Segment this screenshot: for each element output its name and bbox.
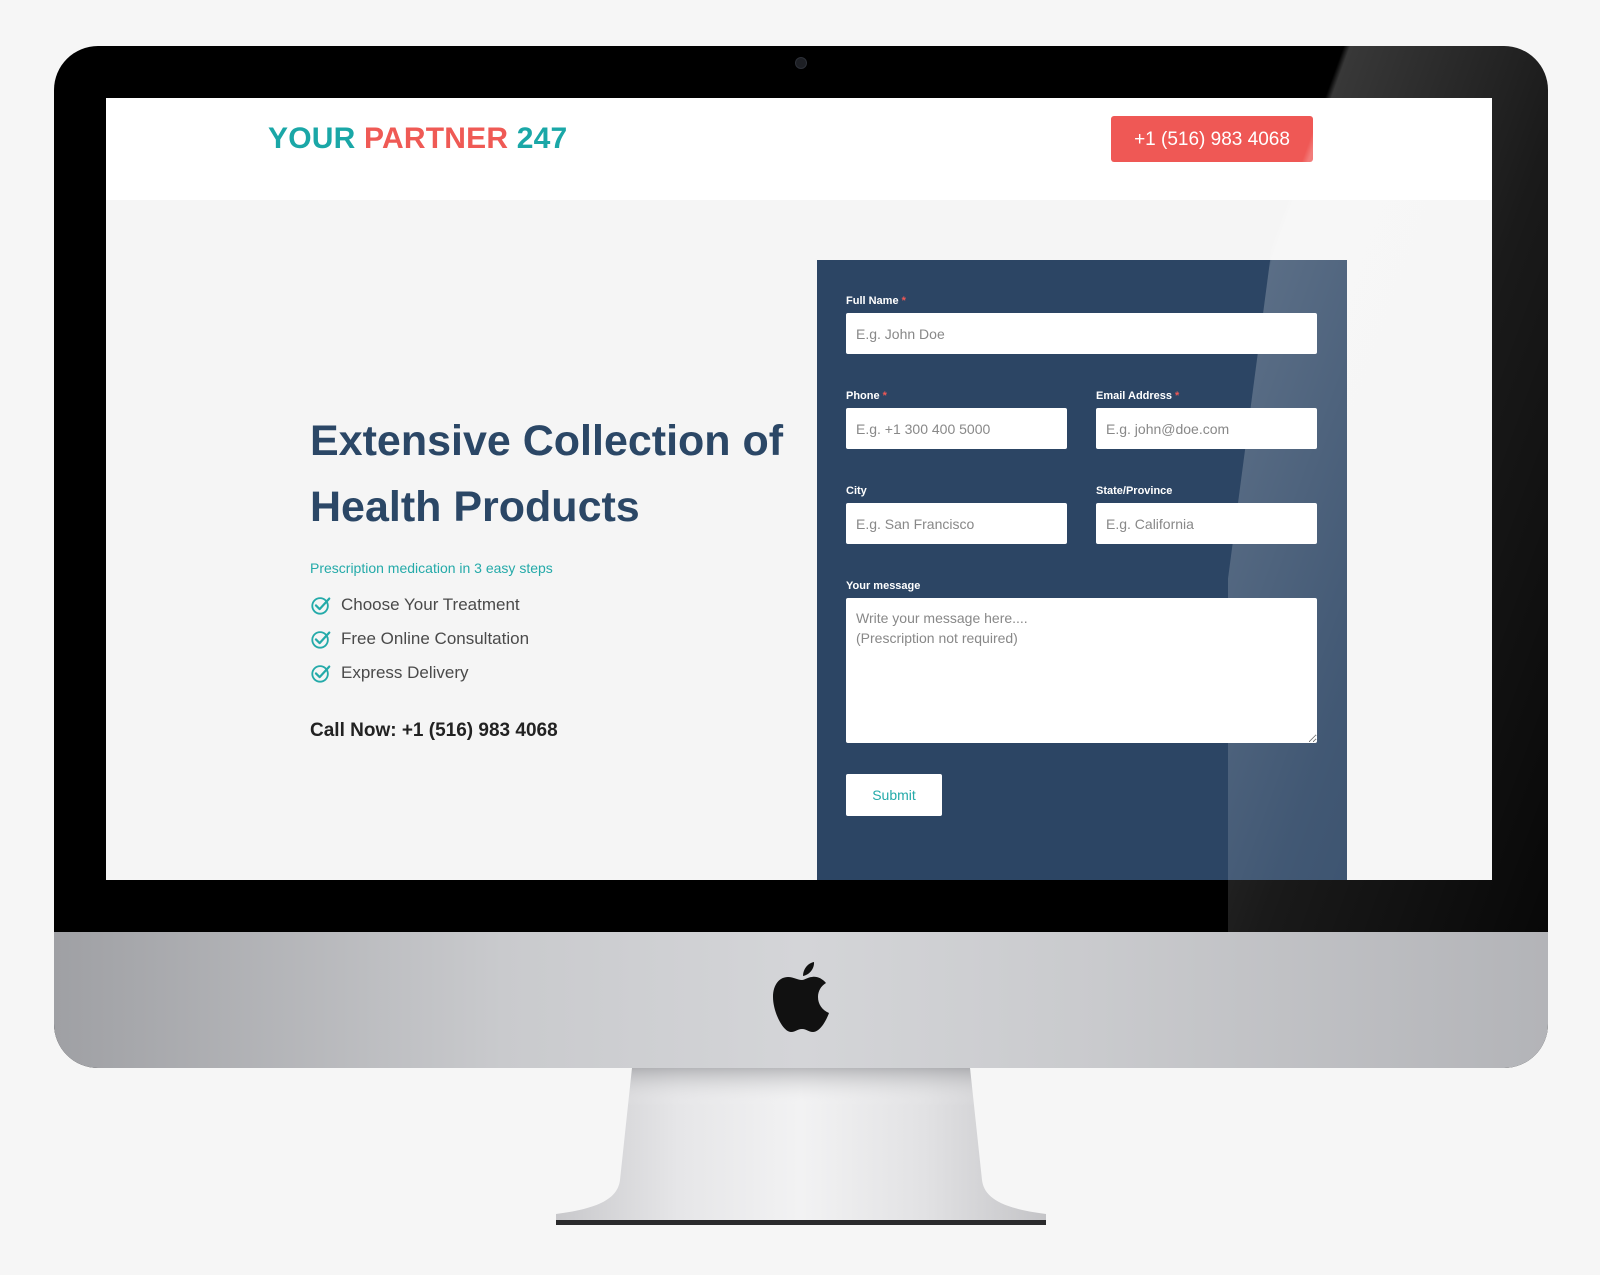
required-marker: * <box>882 390 887 402</box>
imac-chin <box>54 932 1548 1068</box>
camera-icon <box>796 58 806 68</box>
check-circle-icon <box>311 631 331 649</box>
call-now-text[interactable]: Call Now: +1 (516) 983 4068 <box>310 720 790 742</box>
logo-text-your: YOUR <box>268 122 365 155</box>
hero-section: Extensive Collection of Health Products … <box>310 408 790 742</box>
hero-title-line1: Extensive Collection of <box>310 417 784 465</box>
required-marker: * <box>1175 390 1180 402</box>
hero-title: Extensive Collection of Health Products <box>310 408 790 540</box>
submit-button[interactable]: Submit <box>846 774 942 816</box>
full-name-group: Full Name * <box>846 295 1317 354</box>
city-label: City <box>846 485 867 497</box>
site-header: YOUR PARTNER 247 +1 (516) 983 4068 <box>106 98 1492 200</box>
list-item: Choose Your Treatment <box>310 588 790 622</box>
message-label: Your message <box>846 580 921 592</box>
state-label: State/Province <box>1096 485 1173 497</box>
city-input[interactable] <box>846 503 1067 544</box>
full-name-input[interactable] <box>846 313 1317 354</box>
logo-text-247: 247 <box>508 122 568 155</box>
email-input[interactable] <box>1096 408 1317 449</box>
site-logo[interactable]: YOUR PARTNER 247 <box>268 122 567 156</box>
imac-mockup: YOUR PARTNER 247 +1 (516) 983 4068 Exten… <box>54 46 1548 1068</box>
hero-title-line2: Health Products <box>310 483 640 531</box>
full-name-label: Full Name * <box>846 295 906 307</box>
imac-stand <box>556 1068 1046 1225</box>
hero-subtitle: Prescription medication in 3 easy steps <box>310 560 553 576</box>
state-group: State/Province <box>1096 485 1317 544</box>
webpage-screen: YOUR PARTNER 247 +1 (516) 983 4068 Exten… <box>106 98 1492 880</box>
email-group: Email Address * <box>1096 390 1317 449</box>
message-group: Your message <box>846 580 1317 743</box>
step-label: Free Online Consultation <box>341 629 530 648</box>
apple-logo-icon <box>773 962 829 1032</box>
email-label: Email Address * <box>1096 390 1180 402</box>
city-group: City <box>846 485 1067 544</box>
phone-group: Phone * <box>846 390 1067 449</box>
header-phone-button[interactable]: +1 (516) 983 4068 <box>1111 116 1313 162</box>
phone-label: Phone * <box>846 390 887 402</box>
logo-text-partner: PARTNER <box>364 122 509 155</box>
list-item: Express Delivery <box>310 656 790 690</box>
check-circle-icon <box>311 665 331 683</box>
list-item: Free Online Consultation <box>310 622 790 656</box>
message-textarea[interactable] <box>846 598 1317 743</box>
step-label: Express Delivery <box>341 663 469 682</box>
step-label: Choose Your Treatment <box>341 595 520 614</box>
required-marker: * <box>901 295 906 307</box>
phone-input[interactable] <box>846 408 1067 449</box>
contact-form: Full Name* Phone* Email Address* City St… <box>817 260 1347 880</box>
steps-list: Choose Your Treatment Free Online Consul… <box>310 588 790 690</box>
check-circle-icon <box>311 597 331 615</box>
state-input[interactable] <box>1096 503 1317 544</box>
